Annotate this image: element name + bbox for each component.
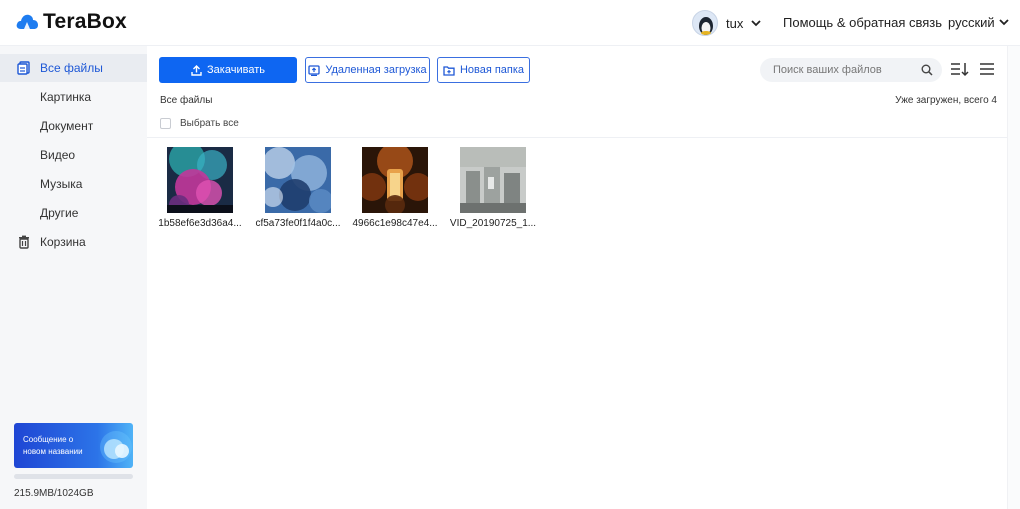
avatar[interactable] [692,10,718,36]
sidebar-item-pictures[interactable]: Картинка [0,83,147,111]
storage-usage-bar [14,474,133,479]
file-item[interactable]: 1b58ef6e3d36a4... [155,147,245,229]
search-input[interactable] [773,64,913,76]
new-folder-label: Новая папка [459,64,525,76]
select-all[interactable]: Выбрать все [160,118,239,129]
penguin-avatar-icon [699,17,713,35]
sidebar-item-label: Музыка [40,177,83,191]
file-name[interactable]: 4966c1e98c47e4... [350,218,440,229]
sidebar-item-label: Все файлы [40,61,103,75]
file-thumbnail[interactable] [460,147,526,213]
remote-upload-button[interactable]: Удаленная загрузка [305,57,430,83]
loaded-count-text: Уже загружен, всего 4 [895,95,997,106]
files-icon [17,61,30,75]
sidebar-item-video[interactable]: Видео [0,141,147,169]
select-all-label: Выбрать все [180,118,239,129]
file-item[interactable]: cf5a73fe0f1f4a0c... [253,147,343,229]
upload-icon [191,64,202,76]
file-name[interactable]: VID_20190725_1... [448,218,538,229]
search-icon[interactable] [921,64,933,76]
sidebar-item-label: Картинка [40,90,92,104]
remote-upload-icon [308,64,320,76]
sidebar-item-music[interactable]: Музыка [0,170,147,198]
chevron-down-icon [999,19,1009,26]
user-name[interactable]: tux [726,16,743,31]
scrollbar[interactable] [1007,46,1020,509]
file-item[interactable]: VID_20190725_1... [448,147,538,229]
sidebar: Все файлы Картинка Документ Видео Музыка… [0,46,147,509]
user-menu[interactable]: tux [692,10,761,36]
breadcrumb[interactable]: Все файлы [160,95,212,106]
sidebar-item-label: Другие [40,206,79,220]
search-box[interactable] [760,58,942,82]
select-all-checkbox[interactable] [160,118,171,129]
sort-icon[interactable] [950,61,970,77]
file-thumbnail[interactable] [167,147,233,213]
sidebar-item-label: Видео [40,148,76,162]
sidebar-item-documents[interactable]: Документ [0,112,147,140]
cloud-graphic-icon [100,431,132,463]
top-header: TeraBox tux Помощь & обратная связь русс… [0,0,1020,46]
divider [147,137,1007,138]
language-label: русский [948,15,995,30]
app-name: TeraBox [43,10,127,33]
language-selector[interactable]: русский [948,15,1009,30]
upload-button[interactable]: Закачивать [159,57,297,83]
view-menu-icon[interactable] [979,62,995,76]
new-folder-button[interactable]: Новая папка [437,57,530,83]
sidebar-item-trash[interactable]: Корзина [0,228,147,256]
file-thumbnail[interactable] [265,147,331,213]
rename-notice-banner[interactable]: Сообщение о новом названии [14,423,133,468]
sidebar-item-all-files[interactable]: Все файлы [0,54,147,82]
file-name[interactable]: 1b58ef6e3d36a4... [155,218,245,229]
file-item[interactable]: 4966c1e98c47e4... [350,147,440,229]
remote-upload-label: Удаленная загрузка [325,64,427,76]
sidebar-item-label: Корзина [40,235,86,249]
chevron-down-icon[interactable] [751,19,761,27]
sidebar-item-other[interactable]: Другие [0,199,147,227]
terabox-logo[interactable]: TeraBox [15,10,127,34]
new-folder-icon [443,65,455,76]
sidebar-item-label: Документ [40,119,94,133]
file-thumbnail[interactable] [362,147,428,213]
upload-label: Закачивать [207,64,265,76]
storage-usage-text: 215.9MB/1024GB [14,488,94,499]
file-name[interactable]: cf5a73fe0f1f4a0c... [253,218,343,229]
help-feedback-link[interactable]: Помощь & обратная связь [783,15,942,30]
promo-text: Сообщение о новом названии [23,435,83,456]
trash-icon [19,235,29,249]
cloud-logo-icon [16,14,38,29]
